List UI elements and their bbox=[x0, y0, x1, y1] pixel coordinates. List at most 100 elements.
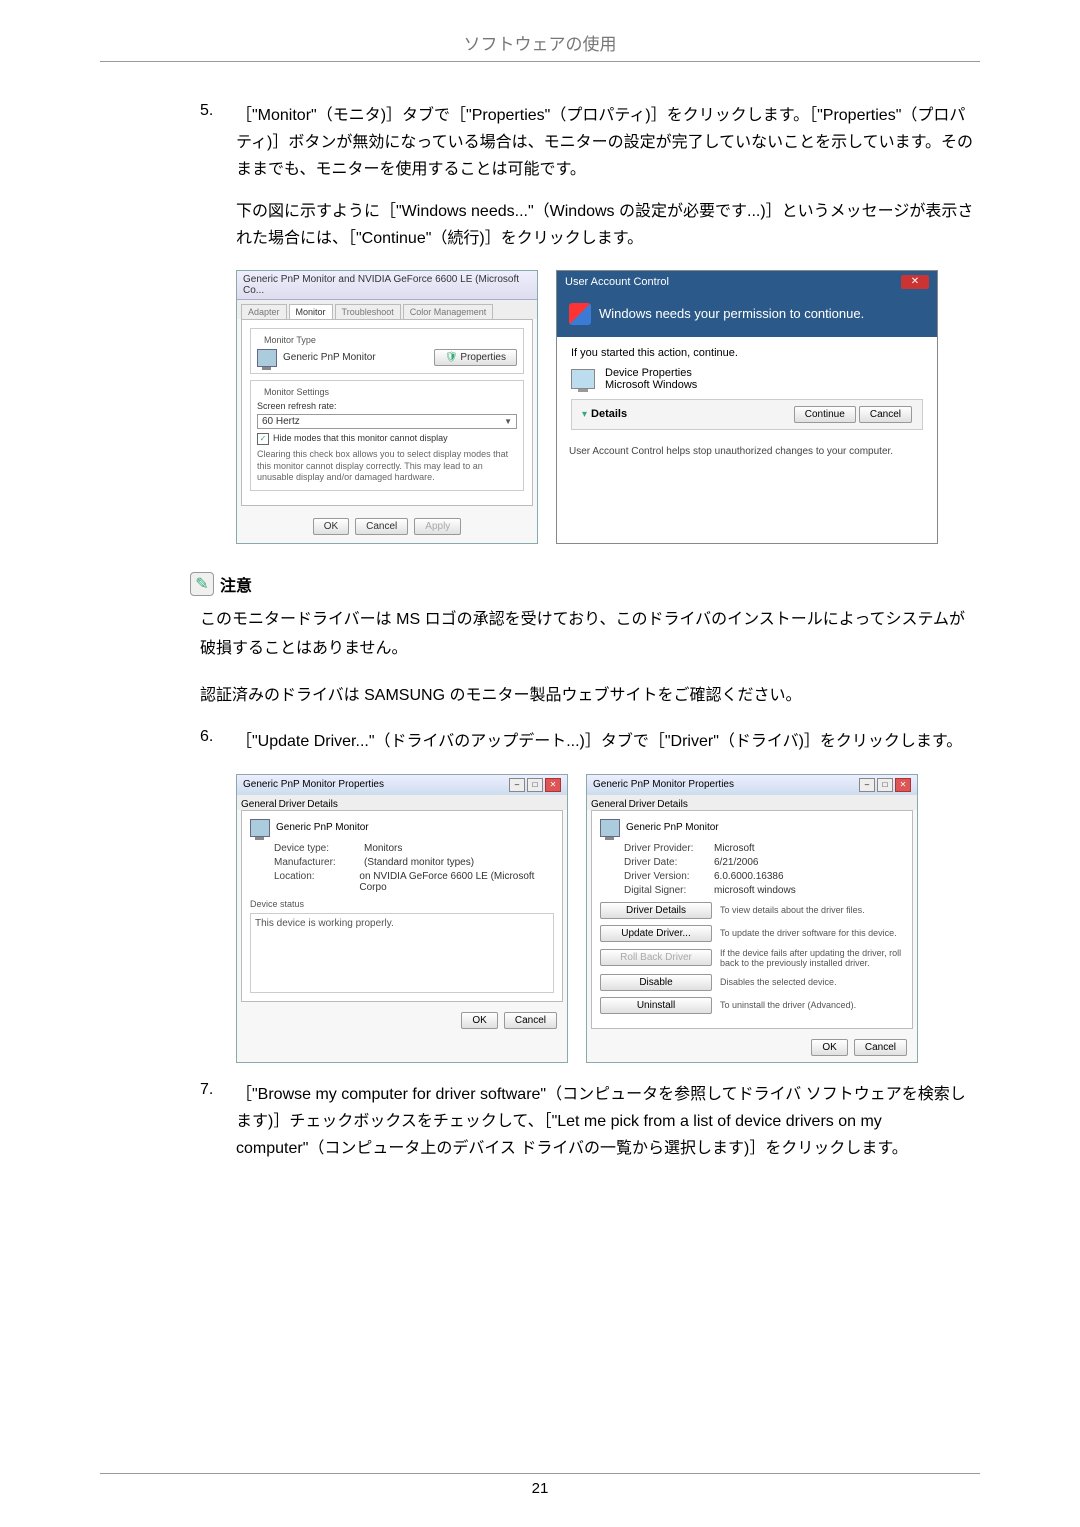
hide-modes-label: Hide modes that this monitor cannot disp… bbox=[273, 433, 448, 443]
tab-monitor[interactable]: Monitor bbox=[289, 304, 333, 319]
figure-row-1: Generic PnP Monitor and NVIDIA GeForce 6… bbox=[236, 270, 980, 544]
dialog-titlebar: Generic PnP Monitor Properties bbox=[243, 779, 384, 790]
tab-troubleshoot[interactable]: Troubleshoot bbox=[335, 304, 401, 319]
hide-modes-description: Clearing this check box allows you to se… bbox=[257, 449, 517, 484]
step-6-number: 6. bbox=[200, 728, 236, 755]
dialog-titlebar: Generic PnP Monitor Properties bbox=[593, 779, 734, 790]
step-6: 6. ［"Update Driver..."（ドライバのアップデート...)］タ… bbox=[200, 728, 980, 755]
continue-button[interactable]: Continue bbox=[794, 406, 856, 423]
device-properties-general-dialog: Generic PnP Monitor Properties – □ ✕ Gen… bbox=[236, 774, 568, 1063]
ok-button[interactable]: OK bbox=[811, 1039, 847, 1056]
tab-details[interactable]: Details bbox=[307, 799, 338, 810]
hide-modes-checkbox[interactable]: ✓ bbox=[257, 433, 269, 445]
monitor-icon bbox=[250, 819, 270, 837]
driver-version-label: Driver Version: bbox=[624, 871, 714, 882]
refresh-rate-label: Screen refresh rate: bbox=[257, 401, 517, 411]
tab-general[interactable]: General bbox=[591, 799, 627, 810]
update-driver-desc: To update the driver software for this d… bbox=[720, 928, 904, 938]
step-5-text-2: 下の図に示すように［"Windows needs..."（Windows の設定… bbox=[236, 198, 980, 252]
chevron-down-icon: ▼ bbox=[504, 417, 512, 426]
digital-signer-value: microsoft windows bbox=[714, 885, 796, 896]
driver-date-value: 6/21/2006 bbox=[714, 857, 759, 868]
footer-rule bbox=[100, 1473, 980, 1474]
driver-version-value: 6.0.6000.16386 bbox=[714, 871, 784, 882]
monitor-settings-group-label: Monitor Settings bbox=[261, 387, 332, 397]
cancel-button[interactable]: Cancel bbox=[859, 406, 912, 423]
header-rule bbox=[100, 61, 980, 62]
tab-adapter[interactable]: Adapter bbox=[241, 304, 287, 319]
uninstall-button[interactable]: Uninstall bbox=[600, 997, 712, 1014]
dialog-titlebar: Generic PnP Monitor and NVIDIA GeForce 6… bbox=[237, 271, 537, 300]
rollback-driver-desc: If the device fails after updating the d… bbox=[720, 948, 904, 968]
step-5-number: 5. bbox=[200, 102, 236, 252]
minimize-icon[interactable]: – bbox=[509, 778, 525, 792]
page-header-title: ソフトウェアの使用 bbox=[100, 0, 980, 55]
uac-headline: Windows needs your permission to contion… bbox=[599, 306, 864, 321]
note-paragraph-1: このモニタードライバーは MS ロゴの承認を受けており、このドライバのインストー… bbox=[200, 606, 980, 664]
rollback-driver-button[interactable]: Roll Back Driver bbox=[600, 949, 712, 966]
close-icon[interactable]: ✕ bbox=[895, 778, 911, 792]
driver-details-button[interactable]: Driver Details bbox=[600, 902, 712, 919]
minimize-icon[interactable]: – bbox=[859, 778, 875, 792]
step-5: 5. ［"Monitor"（モニタ)］タブで［"Properties"（プロパテ… bbox=[200, 102, 980, 252]
device-header: Generic PnP Monitor bbox=[276, 822, 369, 833]
driver-provider-label: Driver Provider: bbox=[624, 843, 714, 854]
driver-date-label: Driver Date: bbox=[624, 857, 714, 868]
monitor-icon bbox=[600, 819, 620, 837]
maximize-icon[interactable]: □ bbox=[877, 778, 893, 792]
note-icon: ✎ bbox=[190, 572, 214, 596]
uac-titlebar: User Account Control bbox=[565, 276, 669, 288]
disable-desc: Disables the selected device. bbox=[720, 977, 904, 987]
properties-button[interactable]: 🛡 Properties bbox=[434, 349, 517, 366]
refresh-rate-select[interactable]: 60 Hertz ▼ bbox=[257, 414, 517, 429]
step-7-text: ［"Browse my computer for driver software… bbox=[236, 1081, 980, 1163]
manufacturer-label: Manufacturer: bbox=[274, 857, 364, 868]
chevron-down-icon: ▾ bbox=[582, 409, 587, 420]
cancel-button[interactable]: Cancel bbox=[355, 518, 408, 535]
ok-button[interactable]: OK bbox=[461, 1012, 497, 1029]
monitor-icon bbox=[571, 369, 595, 389]
cancel-button[interactable]: Cancel bbox=[504, 1012, 557, 1029]
disable-button[interactable]: Disable bbox=[600, 974, 712, 991]
driver-provider-value: Microsoft bbox=[714, 843, 755, 854]
driver-details-desc: To view details about the driver files. bbox=[720, 905, 904, 915]
figure-row-2: Generic PnP Monitor Properties – □ ✕ Gen… bbox=[236, 774, 980, 1063]
location-value: on NVIDIA GeForce 6600 LE (Microsoft Cor… bbox=[359, 871, 554, 893]
uninstall-desc: To uninstall the driver (Advanced). bbox=[720, 1000, 904, 1010]
device-status-label: Device status bbox=[250, 899, 554, 909]
monitor-icon bbox=[257, 349, 277, 367]
device-header: Generic PnP Monitor bbox=[626, 822, 719, 833]
tab-driver[interactable]: Driver bbox=[629, 799, 656, 810]
uac-shield-icon bbox=[569, 303, 591, 325]
cancel-button[interactable]: Cancel bbox=[854, 1039, 907, 1056]
note-label: 注意 bbox=[220, 572, 252, 596]
uac-footer-text: User Account Control helps stop unauthor… bbox=[557, 440, 937, 467]
maximize-icon[interactable]: □ bbox=[527, 778, 543, 792]
note-paragraph-2: 認証済みのドライバは SAMSUNG のモニター製品ウェブサイトをご確認ください… bbox=[200, 682, 980, 711]
device-type-value: Monitors bbox=[364, 843, 402, 854]
manufacturer-value: (Standard monitor types) bbox=[364, 857, 474, 868]
update-driver-button[interactable]: Update Driver... bbox=[600, 925, 712, 942]
step-7: 7. ［"Browse my computer for driver softw… bbox=[200, 1081, 980, 1163]
uac-if-started: If you started this action, continue. bbox=[571, 347, 923, 359]
step-6-text: ［"Update Driver..."（ドライバのアップデート...)］タブで［… bbox=[236, 728, 980, 755]
tab-color-management[interactable]: Color Management bbox=[403, 304, 494, 319]
close-icon[interactable]: ✕ bbox=[901, 275, 929, 289]
uac-microsoft-windows: Microsoft Windows bbox=[605, 379, 697, 391]
device-type-label: Device type: bbox=[274, 843, 364, 854]
ok-button[interactable]: OK bbox=[313, 518, 349, 535]
tab-details[interactable]: Details bbox=[657, 799, 688, 810]
uac-device-properties: Device Properties bbox=[605, 367, 697, 379]
close-icon[interactable]: ✕ bbox=[545, 778, 561, 792]
tab-driver[interactable]: Driver bbox=[279, 799, 306, 810]
uac-details-toggle[interactable]: Details bbox=[591, 408, 627, 420]
page-number: 21 bbox=[0, 1480, 1080, 1497]
monitor-properties-dialog: Generic PnP Monitor and NVIDIA GeForce 6… bbox=[236, 270, 538, 544]
location-label: Location: bbox=[274, 871, 359, 893]
tab-general[interactable]: General bbox=[241, 799, 277, 810]
step-7-number: 7. bbox=[200, 1081, 236, 1163]
apply-button[interactable]: Apply bbox=[414, 518, 461, 535]
monitor-type-group-label: Monitor Type bbox=[261, 335, 319, 345]
device-status-box: This device is working properly. bbox=[250, 913, 554, 993]
uac-dialog: User Account Control ✕ Windows needs you… bbox=[556, 270, 938, 544]
